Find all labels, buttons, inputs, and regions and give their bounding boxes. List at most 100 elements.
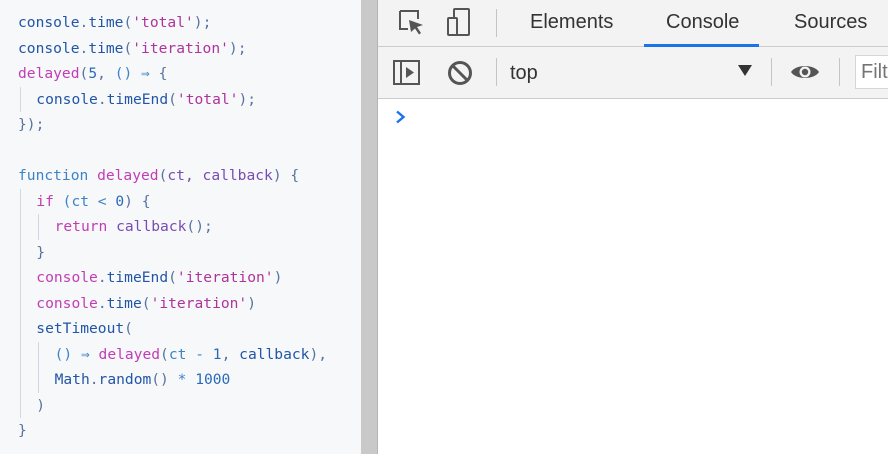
code-token: time [88, 39, 124, 57]
code-token: ct, callback [167, 167, 273, 184]
code-token: console [36, 90, 98, 108]
code-panel: console.time('total'); console.time('iter… [0, 0, 361, 454]
indent-guide [20, 367, 21, 393]
code-token: ( [141, 294, 151, 312]
tab-elements[interactable]: Elements [530, 0, 613, 46]
code-line: console.timeEnd('iteration') [0, 265, 361, 291]
console-prompt-chevron-icon [396, 110, 406, 124]
live-expression-eye-icon[interactable] [789, 61, 821, 83]
indent-guide [20, 188, 21, 214]
toolbar-separator [839, 58, 840, 86]
indent-guide [38, 214, 40, 240]
code-token: ( [168, 90, 177, 108]
code-token: 'total' [176, 90, 239, 108]
code-line: console.time('total'); [0, 10, 361, 36]
dropdown-arrow-icon[interactable] [738, 65, 752, 76]
code-token: if [36, 192, 63, 210]
code-token: Math [54, 371, 90, 388]
code-token: ); [228, 39, 247, 57]
code-line: setTimeout( [0, 316, 361, 342]
code-line: } [0, 239, 361, 265]
indent-guide [20, 86, 21, 112]
code-line: console.time('iteration') [0, 290, 361, 316]
code-token: }); [18, 116, 45, 133]
code-token: ( [123, 39, 133, 57]
tab-sources[interactable]: Sources [794, 0, 867, 46]
code-token: ( [123, 14, 133, 31]
console-toolbar: top Filter [378, 47, 888, 99]
code-token: delayed [98, 345, 161, 363]
clear-console-icon[interactable] [446, 59, 474, 87]
code-token: . [97, 90, 107, 108]
code-token: console [36, 294, 98, 312]
tab-console[interactable]: Console [643, 0, 760, 47]
code-token: time [88, 14, 124, 31]
code-token: 'iteration' [176, 269, 274, 286]
code-token: , [221, 345, 240, 363]
code-line: Math.random() * 1000 [0, 367, 361, 393]
code-token: 'total' [132, 14, 194, 31]
code-token: () ⇒ [54, 345, 99, 363]
context-selector-value: top [510, 62, 538, 84]
code-token: () [151, 371, 178, 388]
code-token: 5 [88, 65, 98, 82]
code-token: time [106, 294, 142, 312]
code-line: function delayed(ct, callback) { [0, 163, 361, 189]
context-selector[interactable]: top [510, 57, 756, 89]
code-token: ( [124, 320, 133, 337]
code-token: (); [186, 218, 213, 235]
code-line: return callback(); [0, 214, 361, 240]
code-token: console [18, 14, 80, 31]
indent-guide [20, 265, 21, 291]
indent-guide [20, 290, 21, 316]
code-token: () ⇒ [114, 65, 159, 82]
code-token: delayed [18, 65, 80, 82]
filter-placeholder: Filter [861, 61, 888, 83]
indent-guide [38, 341, 40, 367]
code-token: . [79, 39, 89, 57]
code-token: { [158, 65, 168, 82]
code-token: . [97, 294, 107, 312]
filter-input[interactable]: Filter [855, 55, 888, 89]
devtools-panel: Elements Console Sources top Filte [378, 0, 888, 454]
code-token: delayed [97, 167, 159, 184]
code-token: 1 [212, 345, 222, 363]
code-token: ( [79, 65, 89, 82]
code-line: ) [0, 392, 361, 418]
code-token: ( [168, 269, 177, 286]
code-token: ( [160, 345, 169, 363]
toolbar-separator [496, 58, 497, 86]
code-line: if (ct < 0) { [0, 188, 361, 214]
code-token: function [18, 167, 98, 184]
inspect-element-icon[interactable] [396, 7, 426, 37]
console-output-area[interactable] [378, 99, 888, 454]
code-token: . [97, 269, 107, 286]
code-token: ) [36, 396, 46, 414]
code-token: timeEnd [106, 269, 169, 286]
code-token: ) [247, 294, 257, 312]
code-token: * [177, 371, 196, 388]
tab-bar-separator [496, 9, 497, 37]
code-token: } [36, 243, 46, 261]
code-token: 'iteration' [132, 39, 229, 57]
code-token: console [36, 269, 98, 286]
code-token: setTimeout [36, 320, 125, 337]
code-token: timeEnd [106, 90, 169, 108]
indent-guide [20, 239, 21, 265]
code-token: ); [193, 14, 212, 31]
device-toolbar-icon[interactable] [444, 7, 474, 37]
indent-guide [38, 367, 40, 393]
code-token: ) { [124, 192, 151, 210]
code-token: ) [273, 269, 283, 286]
console-sidebar-icon[interactable] [392, 59, 422, 87]
indent-guide [20, 316, 21, 342]
code-token: callback [116, 218, 187, 235]
code-token: random [98, 371, 152, 388]
code-line: delayed(5, () ⇒ { [0, 61, 361, 87]
panel-divider[interactable] [361, 0, 378, 454]
devtools-tab-bar: Elements Console Sources [378, 0, 888, 47]
code-token: return [54, 218, 117, 235]
code-token: (ct < [62, 192, 116, 210]
code-line: () ⇒ delayed(ct - 1, callback), [0, 341, 361, 367]
